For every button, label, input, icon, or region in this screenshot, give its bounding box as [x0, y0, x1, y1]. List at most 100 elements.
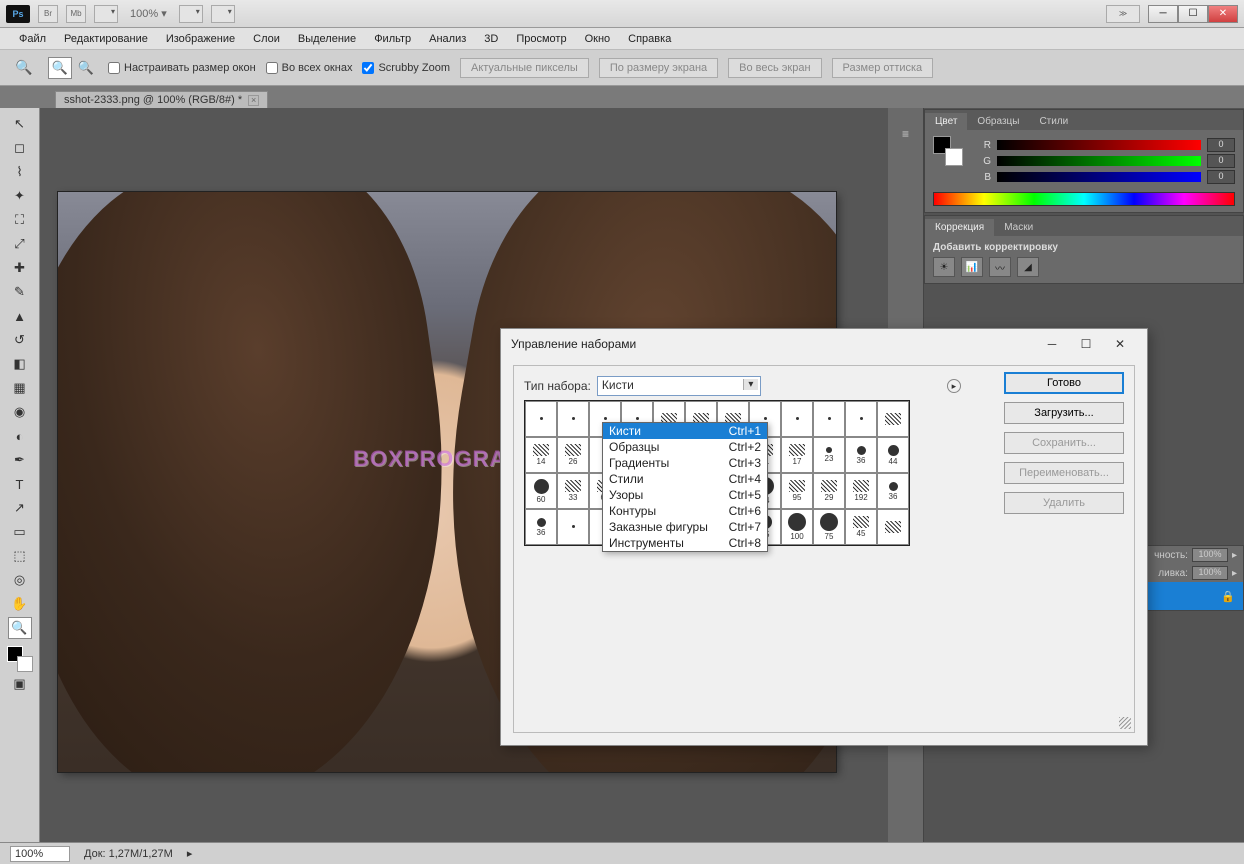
- dropdown-item[interactable]: ИнструментыCtrl+8: [603, 535, 767, 551]
- eraser-tool[interactable]: ◧: [8, 353, 32, 375]
- zoom-level[interactable]: 100% ▾: [126, 7, 171, 20]
- menu-3d[interactable]: 3D: [475, 30, 507, 48]
- actual-pixels-button[interactable]: Актуальные пикселы: [460, 58, 589, 78]
- bridge-icon[interactable]: Br: [38, 5, 58, 23]
- brush-preset[interactable]: 29: [813, 473, 845, 509]
- save-button[interactable]: Сохранить...: [1004, 432, 1124, 454]
- move-tool[interactable]: ↖: [8, 113, 32, 135]
- tab-masks[interactable]: Маски: [994, 219, 1043, 236]
- brush-preset[interactable]: 36: [525, 509, 557, 545]
- color-swatch-pair[interactable]: [933, 136, 963, 166]
- fit-screen-button[interactable]: По размеру экрана: [599, 58, 718, 78]
- brush-preset[interactable]: [525, 401, 557, 437]
- menu-view[interactable]: Просмотр: [507, 30, 575, 48]
- brush-preset[interactable]: 60: [525, 473, 557, 509]
- spectrum-bar[interactable]: [933, 192, 1235, 206]
- opacity-value[interactable]: 100%: [1192, 548, 1228, 562]
- brush-preset[interactable]: 100: [781, 509, 813, 545]
- flyout-menu-icon[interactable]: ▸: [947, 379, 961, 393]
- b-value[interactable]: 0: [1207, 170, 1235, 184]
- brush-preset[interactable]: [877, 401, 909, 437]
- b-slider[interactable]: [997, 172, 1201, 182]
- tab-swatches[interactable]: Образцы: [967, 113, 1029, 130]
- dropdown-item[interactable]: КистиCtrl+1: [603, 423, 767, 439]
- zoom-tool[interactable]: 🔍: [8, 617, 32, 639]
- levels-icon[interactable]: 📊: [961, 257, 983, 277]
- eyedropper-tool[interactable]: ⤢: [8, 233, 32, 255]
- minimize-button[interactable]: ─: [1148, 5, 1178, 23]
- brush-preset[interactable]: 26: [557, 437, 589, 473]
- path-select-tool[interactable]: ↗: [8, 497, 32, 519]
- zoom-out-icon[interactable]: 🔍: [74, 57, 98, 79]
- g-slider[interactable]: [997, 156, 1201, 166]
- done-button[interactable]: Готово: [1004, 372, 1124, 394]
- brush-preset[interactable]: 33: [557, 473, 589, 509]
- screen-mode-dropdown[interactable]: [179, 5, 203, 23]
- menu-filter[interactable]: Фильтр: [365, 30, 420, 48]
- r-value[interactable]: 0: [1207, 138, 1235, 152]
- dropdown-item[interactable]: СтилиCtrl+4: [603, 471, 767, 487]
- brush-preset[interactable]: [845, 401, 877, 437]
- menu-image[interactable]: Изображение: [157, 30, 244, 48]
- menu-select[interactable]: Выделение: [289, 30, 365, 48]
- tab-adjustments[interactable]: Коррекция: [925, 219, 994, 236]
- menu-window[interactable]: Окно: [576, 30, 620, 48]
- dialog-close-icon[interactable]: ✕: [1103, 332, 1137, 356]
- brush-preset[interactable]: 45: [845, 509, 877, 545]
- curves-icon[interactable]: 〰: [989, 257, 1011, 277]
- preset-type-select[interactable]: Кисти: [597, 376, 761, 396]
- brush-preset[interactable]: [557, 401, 589, 437]
- 3d-camera-tool[interactable]: ◎: [8, 569, 32, 591]
- gradient-tool[interactable]: ▦: [8, 377, 32, 399]
- dropdown-item[interactable]: УзорыCtrl+5: [603, 487, 767, 503]
- menu-help[interactable]: Справка: [619, 30, 680, 48]
- brush-preset[interactable]: 23: [813, 437, 845, 473]
- brush-preset[interactable]: [813, 401, 845, 437]
- scrubby-zoom-check[interactable]: Scrubby Zoom: [362, 62, 450, 74]
- brush-preset[interactable]: 36: [845, 437, 877, 473]
- exposure-icon[interactable]: ◢: [1017, 257, 1039, 277]
- pen-tool[interactable]: ✒: [8, 449, 32, 471]
- blur-tool[interactable]: ◉: [8, 401, 32, 423]
- wand-tool[interactable]: ✦: [8, 185, 32, 207]
- brightness-icon[interactable]: ☀: [933, 257, 955, 277]
- resize-grip-icon[interactable]: [1119, 717, 1131, 729]
- minibridge-icon[interactable]: Mb: [66, 5, 86, 23]
- delete-button[interactable]: Удалить: [1004, 492, 1124, 514]
- document-tab[interactable]: sshot-2333.png @ 100% (RGB/8#) * ×: [55, 91, 268, 108]
- brush-preset[interactable]: [877, 509, 909, 545]
- dialog-maximize-icon[interactable]: ☐: [1069, 332, 1103, 356]
- dropdown-item[interactable]: КонтурыCtrl+6: [603, 503, 767, 519]
- dropdown-item[interactable]: ОбразцыCtrl+2: [603, 439, 767, 455]
- type-tool[interactable]: T: [8, 473, 32, 495]
- brush-preset[interactable]: 14: [525, 437, 557, 473]
- hand-tool[interactable]: ✋: [8, 593, 32, 615]
- close-tab-icon[interactable]: ×: [248, 95, 259, 106]
- stamp-tool[interactable]: ▲: [8, 305, 32, 327]
- rename-button[interactable]: Переименовать...: [1004, 462, 1124, 484]
- 3d-tool[interactable]: ⬚: [8, 545, 32, 567]
- color-swatches[interactable]: [7, 646, 33, 672]
- g-value[interactable]: 0: [1207, 154, 1235, 168]
- tab-styles[interactable]: Стили: [1029, 113, 1078, 130]
- brush-preset[interactable]: [781, 401, 813, 437]
- r-slider[interactable]: [997, 140, 1201, 150]
- fill-screen-button[interactable]: Во весь экран: [728, 58, 821, 78]
- history-panel-icon[interactable]: ≡: [894, 122, 918, 146]
- menu-file[interactable]: Файл: [10, 30, 55, 48]
- menu-layer[interactable]: Слои: [244, 30, 289, 48]
- brush-preset[interactable]: 192: [845, 473, 877, 509]
- dropdown-item[interactable]: ГрадиентыCtrl+3: [603, 455, 767, 471]
- quickmask-tool[interactable]: ▣: [8, 673, 32, 695]
- menu-edit[interactable]: Редактирование: [55, 30, 157, 48]
- shape-tool[interactable]: ▭: [8, 521, 32, 543]
- close-button[interactable]: ✕: [1208, 5, 1238, 23]
- marquee-tool[interactable]: ◻: [8, 137, 32, 159]
- all-windows-check[interactable]: Во всех окнах: [266, 62, 353, 74]
- dropdown-item[interactable]: Заказные фигурыCtrl+7: [603, 519, 767, 535]
- print-size-button[interactable]: Размер оттиска: [832, 58, 934, 78]
- brush-tool[interactable]: ✎: [8, 281, 32, 303]
- view-grid-dropdown[interactable]: [94, 5, 118, 23]
- history-brush-tool[interactable]: ↺: [8, 329, 32, 351]
- collapse-icon[interactable]: ≫: [1106, 5, 1140, 23]
